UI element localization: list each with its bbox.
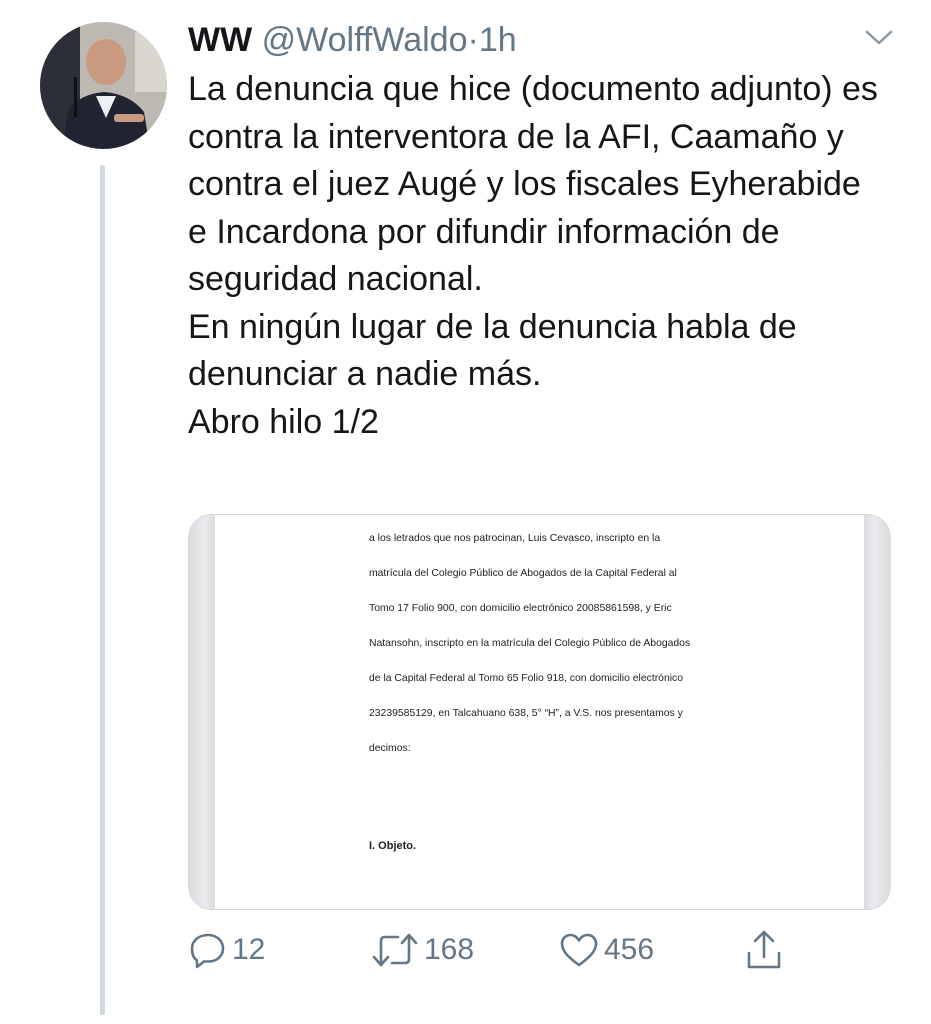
document-line: matrícula del Colegio Público de Abogado… — [369, 568, 677, 579]
reply-count: 12 — [232, 933, 266, 966]
retweet-count: 168 — [424, 933, 475, 966]
document-line: decimos: — [369, 743, 411, 754]
document-line: Natansohn, inscripto en la matrícula del… — [369, 638, 691, 649]
document-line: 23239585129, en Talcahuano 638, 5° “H”, … — [369, 708, 683, 719]
separator: · — [467, 21, 479, 59]
reply-button[interactable]: 12 — [188, 928, 265, 972]
document-line: Tomo 17 Folio 900, con domicilio electró… — [369, 603, 672, 614]
chevron-down-icon[interactable] — [862, 26, 896, 50]
timestamp[interactable]: 1h — [479, 21, 517, 59]
heart-icon — [558, 930, 600, 970]
avatar-photo — [40, 22, 167, 149]
tweet-header: WW @WolffWaldo·1h — [188, 20, 517, 60]
document-line: a los letrados que nos patrocinan, Luis … — [369, 533, 661, 544]
thread-line — [100, 165, 105, 1015]
page-edge — [189, 515, 215, 909]
author-name[interactable]: WW — [188, 21, 252, 59]
document-text: a los letrados que nos patrocinan, Luis … — [369, 533, 769, 778]
share-button[interactable] — [744, 928, 784, 972]
like-button[interactable]: 456 — [558, 928, 654, 972]
page-edge — [864, 515, 890, 909]
document-heading: I. Objeto. — [369, 840, 417, 852]
author-handle[interactable]: @WolffWaldo — [262, 21, 468, 59]
avatar[interactable] — [40, 22, 167, 149]
tweet-paragraph: La denuncia que hice (documento adjunto)… — [188, 70, 878, 298]
like-count: 456 — [604, 933, 655, 966]
tweet-paragraph: En ningún lugar de la denuncia habla de … — [188, 307, 797, 394]
attached-document-image[interactable]: a los letrados que nos patrocinan, Luis … — [188, 514, 891, 910]
reply-icon — [188, 930, 228, 970]
tweet-actions: 12 168 456 — [188, 928, 808, 972]
retweet-icon — [370, 930, 420, 970]
tweet-paragraph: Abro hilo 1/2 — [188, 402, 379, 441]
tweet-text: La denuncia que hice (documento adjunto)… — [188, 66, 888, 446]
document-line: de la Capital Federal al Tomo 65 Folio 9… — [369, 673, 684, 684]
share-icon — [744, 929, 784, 971]
retweet-button[interactable]: 168 — [370, 928, 474, 972]
